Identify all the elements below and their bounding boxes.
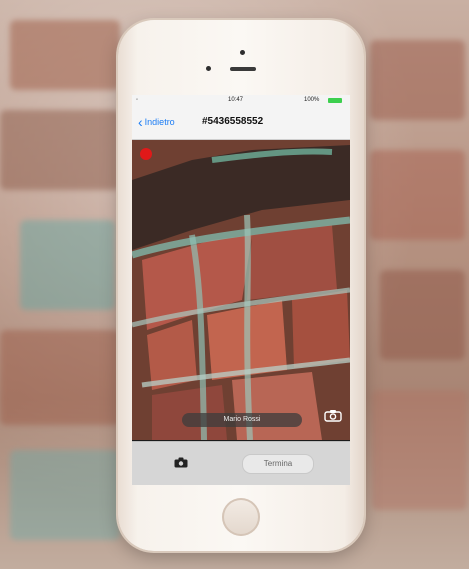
status-bar: ◦ 10:47 100%: [132, 95, 350, 107]
navigation-bar: ‹ Indietro #5436558552: [132, 107, 350, 140]
battery-icon: [328, 98, 342, 103]
bottom-toolbar: Termina: [132, 441, 350, 485]
caller-name-label: Mario Rossi: [182, 413, 302, 427]
phone-frame: ◦ 10:47 100% ‹ Indietro #5436558552 Mari…: [118, 20, 364, 551]
front-camera: [240, 50, 245, 55]
phone-screen: ◦ 10:47 100% ‹ Indietro #5436558552 Mari…: [132, 95, 350, 485]
brick-video-image: [132, 140, 350, 440]
nav-title: #5436558552: [202, 116, 264, 127]
camera-icon[interactable]: [174, 457, 188, 468]
home-button[interactable]: [222, 498, 260, 536]
back-label: Indietro: [144, 117, 175, 127]
chevron-left-icon: ‹: [138, 114, 143, 130]
battery-percent: 100%: [304, 97, 320, 103]
back-button[interactable]: ‹ Indietro: [138, 114, 175, 130]
proximity-sensor: [206, 66, 211, 71]
video-feed: Mario Rossi: [132, 140, 350, 440]
end-call-button[interactable]: Termina: [242, 454, 314, 474]
status-time: 10:47: [228, 97, 244, 103]
snapshot-camera-icon[interactable]: [324, 409, 342, 422]
wifi-icon: ◦: [136, 97, 139, 103]
recording-indicator: [140, 148, 152, 160]
earpiece-speaker: [230, 67, 256, 71]
